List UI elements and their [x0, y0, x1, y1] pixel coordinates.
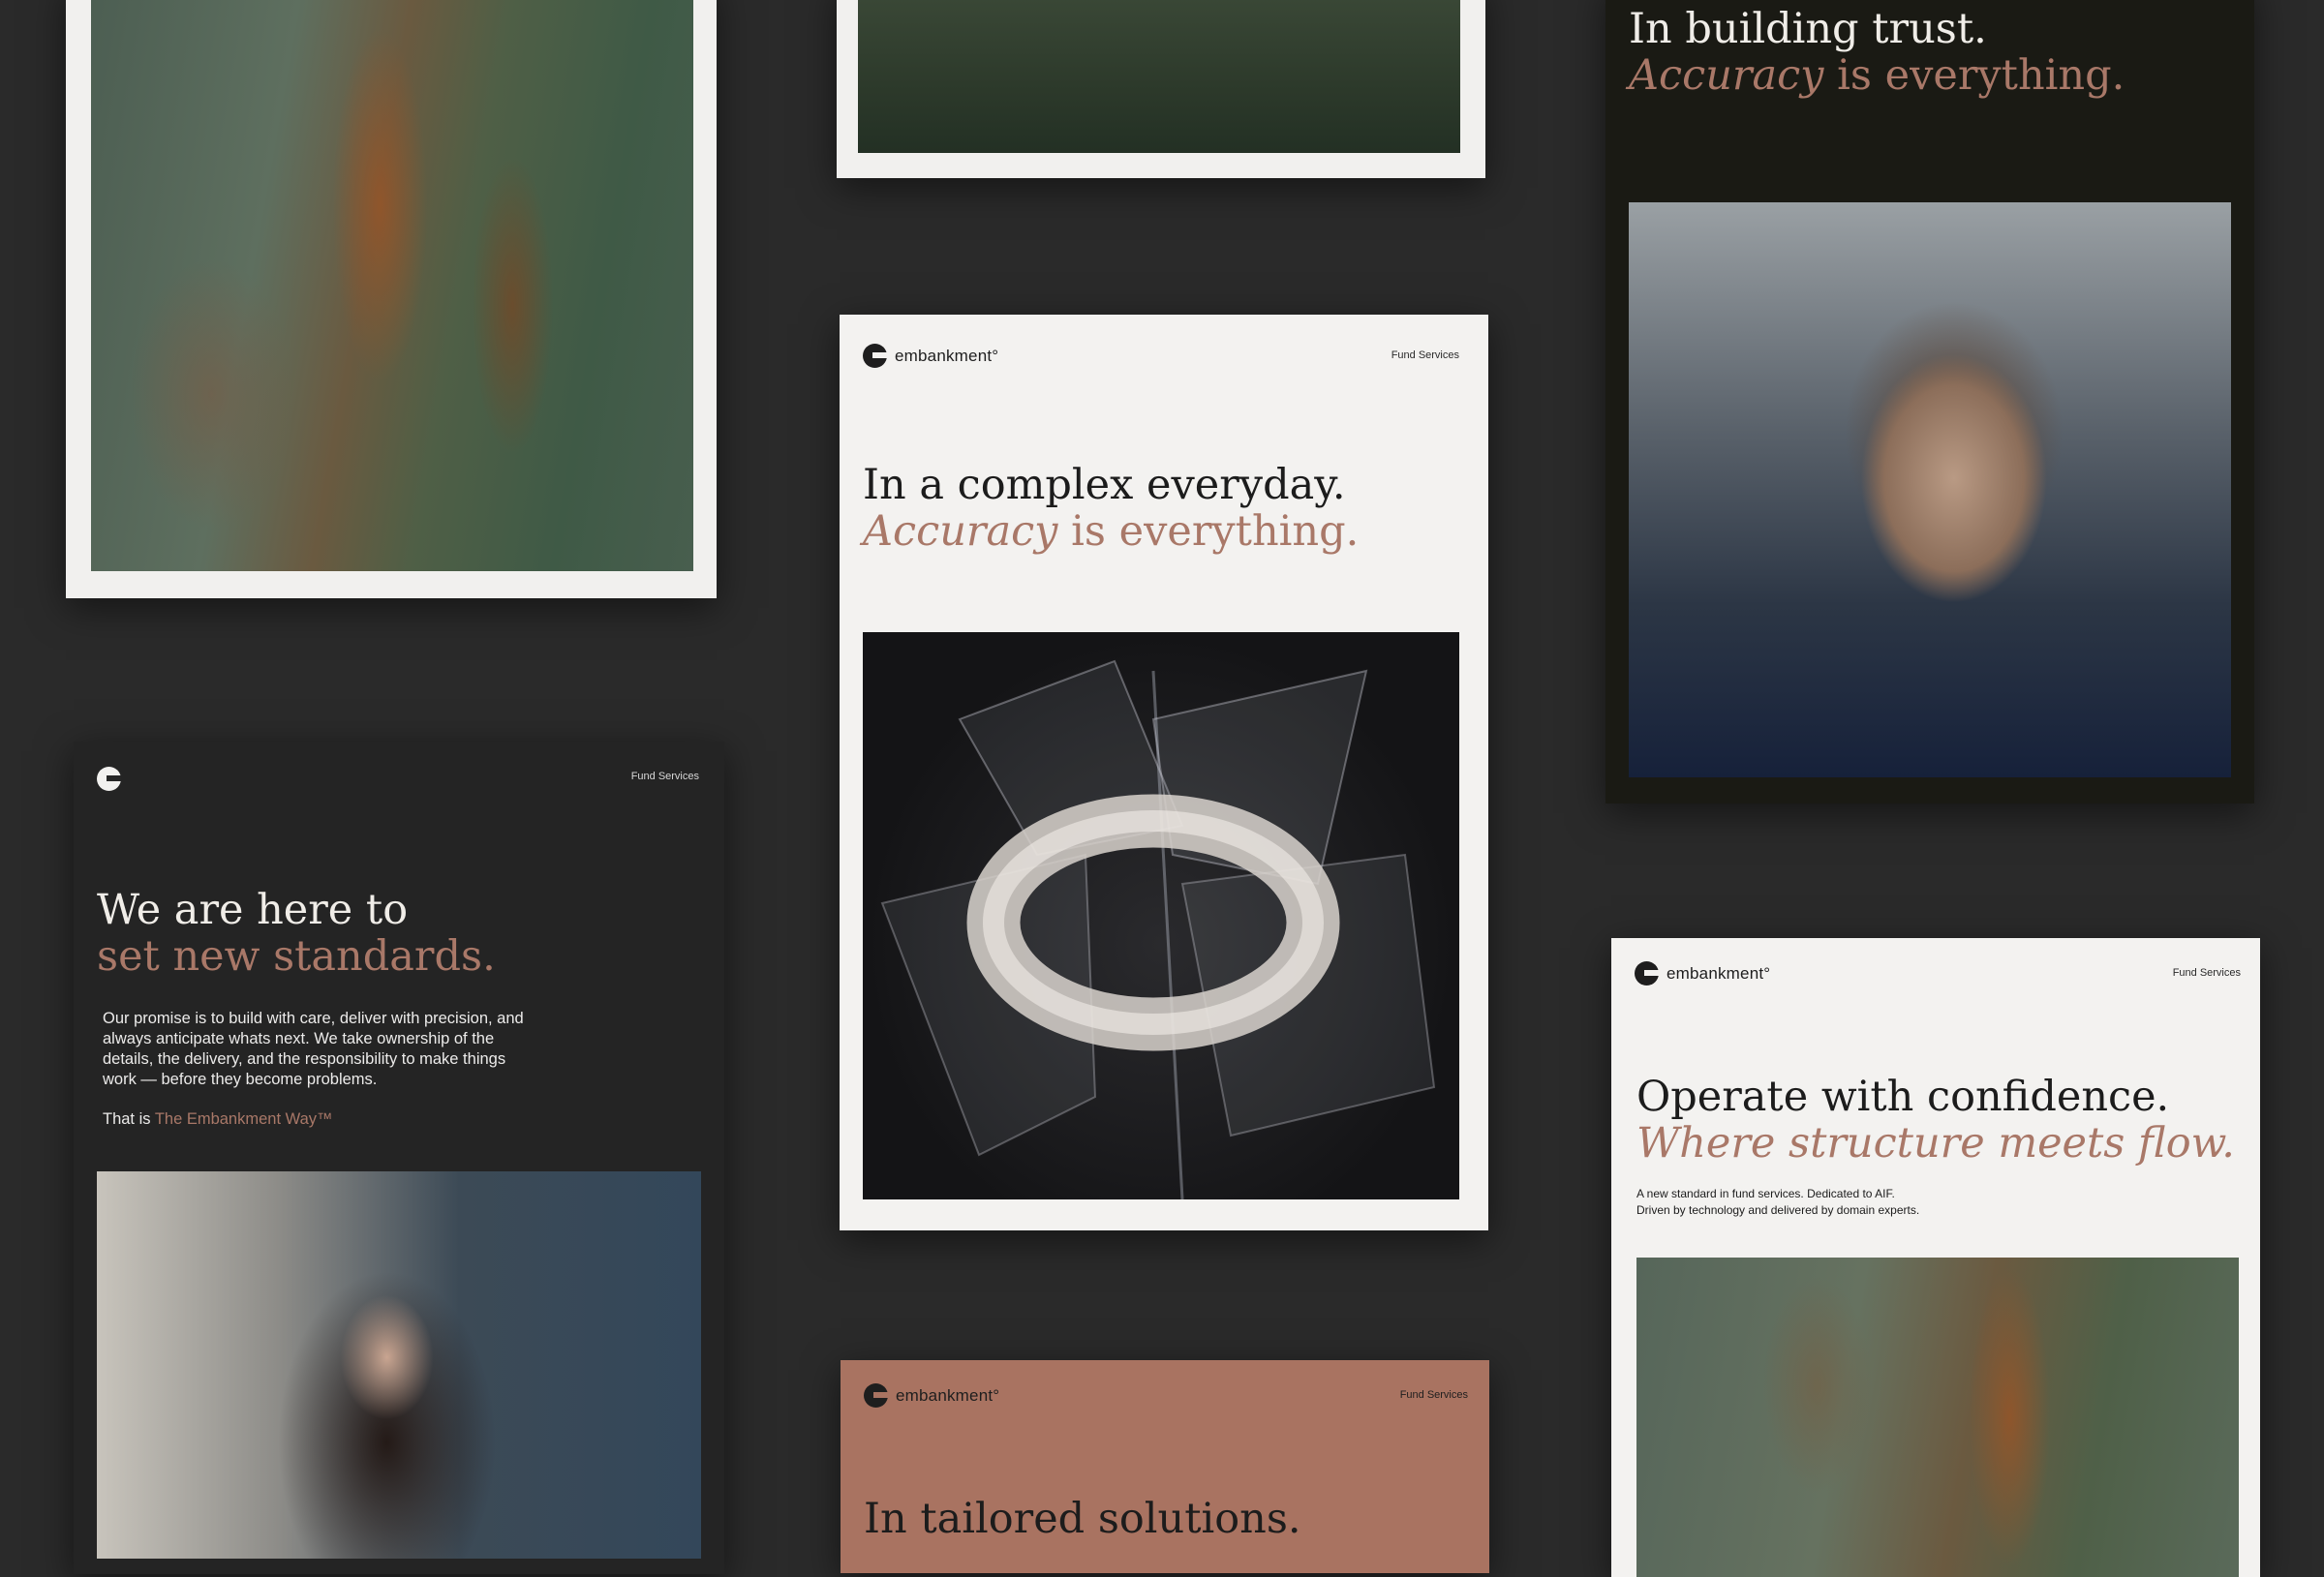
aerial-landscape-photo	[1636, 1258, 2239, 1577]
headline-line-2: Accuracy is everything.	[1629, 52, 2125, 99]
promise-paragraph: Our promise is to build with care, deliv…	[103, 1010, 524, 1088]
embankment-logo-icon	[863, 344, 887, 368]
headline-accent: Accuracy	[1629, 51, 1824, 100]
brand-name: embankment°	[896, 1385, 1000, 1405]
headline-rest: is everything.	[1057, 507, 1360, 556]
trust-poster-card: In building trust. Accuracy is everythin…	[1605, 0, 2254, 804]
grass-print-card	[837, 0, 1485, 178]
subtitle-line-2: Driven by technology and delivered by do…	[1636, 1203, 1920, 1217]
headline-line-1: In a complex everyday.	[863, 461, 1346, 509]
grass-field-photo	[858, 0, 1460, 153]
headline-rest: is everything.	[1823, 51, 2125, 100]
fund-services-tag: Fund Services	[1391, 349, 1459, 361]
headline-line-1: We are here to	[97, 886, 409, 934]
fund-services-tag: Fund Services	[630, 771, 699, 782]
glass-torus-render	[863, 632, 1459, 1199]
woman-at-desk-photo	[97, 1171, 701, 1559]
aerial-landscape-photo	[91, 0, 693, 571]
embankment-logo-icon	[1635, 961, 1659, 986]
headline-line-1: In building trust.	[1629, 5, 1987, 53]
headline-line-2: Where structure meets flow.	[1636, 1119, 2235, 1168]
headline-line-1: Operate with confidence.	[1636, 1073, 2170, 1121]
brand-logo	[97, 767, 121, 791]
headline-line-2: set new standards.	[97, 932, 496, 981]
embankment-logo-icon	[864, 1383, 888, 1408]
brand-name: embankment°	[895, 346, 999, 365]
brand-logo: embankment°	[864, 1383, 999, 1408]
headline-line-1: In tailored solutions.	[864, 1495, 1301, 1543]
landscape-print-card	[66, 0, 717, 598]
accuracy-poster-card: embankment° Fund Services In a complex e…	[840, 315, 1488, 1230]
poster-headline: We are here to set new standards.	[97, 887, 496, 980]
subtitle-line-1: A new standard in fund services. Dedicat…	[1636, 1187, 1895, 1200]
standards-poster-card: Fund Services We are here to set new sta…	[74, 742, 724, 1574]
confidence-poster-card: embankment° Fund Services Operate with c…	[1611, 938, 2260, 1577]
closing-prefix: That is	[103, 1110, 155, 1128]
poster-headline: In building trust. Accuracy is everythin…	[1629, 6, 2125, 99]
headline-line-2: Accuracy is everything.	[863, 508, 1359, 555]
poster-headline: Operate with confidence. Where structure…	[1636, 1074, 2235, 1167]
tailored-poster-card: embankment° Fund Services In tailored so…	[841, 1360, 1489, 1573]
brand-logo: embankment°	[863, 344, 998, 368]
embankment-way-link: The Embankment Way™	[154, 1110, 333, 1128]
closing-line: That is The Embankment Way™	[103, 1109, 333, 1130]
fund-services-tag: Fund Services	[2172, 967, 2241, 979]
headline-accent: Accuracy	[863, 507, 1058, 556]
brand-name: embankment°	[1667, 963, 1771, 983]
man-at-desk-photo	[1629, 202, 2231, 777]
glass-torus-icon	[880, 659, 1436, 1199]
brand-logo: embankment°	[1635, 961, 1770, 986]
embankment-logo-icon	[97, 767, 121, 791]
poster-headline: In a complex everyday. Accuracy is every…	[863, 462, 1359, 555]
fund-services-tag: Fund Services	[1399, 1389, 1468, 1401]
poster-headline: In tailored solutions.	[864, 1496, 1301, 1542]
